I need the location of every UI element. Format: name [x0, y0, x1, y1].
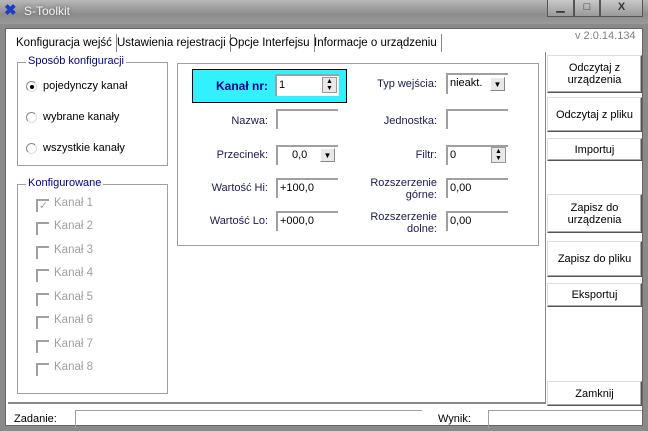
channel-checkbox-label: Kanał 3 — [54, 244, 94, 256]
label-line: Rozszerzenie — [370, 177, 437, 189]
tab-device-info[interactable]: Informacje o urządzeniu — [310, 34, 442, 52]
lo-value-label: Wartość Lo: — [209, 215, 268, 227]
hi-value-input[interactable]: +100,0 — [276, 178, 338, 198]
label-line: dolne: — [407, 223, 437, 235]
spinner-arrows-icon[interactable]: ▲ ▼ — [322, 77, 337, 93]
save-to-file-button[interactable]: Zapisz do pliku — [547, 241, 642, 277]
radio-label: pojedynczy kanał — [43, 80, 128, 92]
task-field — [75, 410, 422, 428]
button-line: urządzenia — [567, 213, 622, 226]
channel-checkbox[interactable] — [36, 316, 49, 329]
read-from-device-button[interactable]: Odczytaj z urządzenia — [547, 55, 642, 93]
maximize-button[interactable]: □ — [574, 0, 600, 17]
name-input[interactable] — [276, 109, 338, 129]
result-field — [488, 410, 642, 428]
close-window-button[interactable]: X — [600, 0, 643, 17]
config-mode-title: Sposób konfiguracji — [26, 55, 127, 67]
save-to-device-button[interactable]: Zapisz do urządzenia — [547, 194, 642, 233]
unit-label: Jednostka: — [383, 115, 437, 127]
radio-all-channels[interactable] — [26, 143, 37, 154]
minimize-button[interactable]: ▁ — [547, 0, 574, 17]
ext-lower-label: Rozszerzenie dolne: — [350, 211, 437, 235]
ext-upper-label: Rozszerzenie górne: — [350, 177, 437, 201]
tab-recording-settings[interactable]: Ustawienia rejestracji — [113, 34, 231, 52]
channel-checkbox-label: Kanał 5 — [54, 291, 94, 303]
button-line: Zapisz do — [570, 201, 619, 214]
input-type-label: Typ wejścia: — [377, 78, 437, 90]
decimal-label: Przecinek: — [216, 149, 268, 161]
chevron-down-icon[interactable]: ▼ — [320, 148, 335, 162]
result-label: Wynik: — [438, 413, 471, 425]
hi-value-label: Wartość Hi: — [211, 182, 268, 194]
app-tools-icon: ✖ — [4, 2, 17, 19]
tab-interface-options[interactable]: Opcje Interfejsu — [225, 34, 315, 52]
chevron-down-icon[interactable]: ▼ — [490, 77, 505, 91]
name-label: Nazwa: — [231, 115, 268, 127]
task-label: Zadanie: — [14, 413, 57, 425]
label-line: Rozszerzenie — [370, 211, 437, 223]
import-button[interactable]: Importuj — [547, 138, 642, 161]
lo-value-input[interactable]: +000,0 — [276, 211, 338, 231]
unit-input[interactable] — [446, 109, 508, 129]
channel-label: Kanał nr: — [215, 79, 268, 93]
channel-checkbox[interactable] — [36, 293, 49, 306]
configured-title: Konfigurowane — [26, 177, 104, 189]
title-bar: ✖ S-Toolkit ▁ □ X — [0, 0, 648, 24]
label-line: górne: — [405, 189, 437, 201]
channel-checkbox[interactable]: ✓ — [36, 199, 49, 212]
channel-checkbox-label: Kanał 6 — [54, 314, 94, 326]
tab-input-config[interactable]: Konfiguracja wejść — [12, 34, 117, 52]
ext-lower-input[interactable]: 0,00 — [446, 211, 508, 231]
version-label: v 2.0.14.134 — [575, 30, 636, 42]
channel-checkbox[interactable] — [36, 222, 49, 235]
export-button[interactable]: Eksportuj — [547, 283, 642, 307]
filter-label: Filtr: — [415, 149, 437, 161]
channel-checkbox[interactable] — [36, 269, 49, 282]
radio-selected-channels[interactable] — [26, 112, 37, 123]
read-from-file-button[interactable]: Odczytaj z pliku — [547, 97, 642, 132]
ext-upper-input[interactable]: 0,00 — [446, 178, 508, 198]
radio-label: wybrane kanały — [43, 111, 120, 123]
radio-single-channel[interactable] — [26, 81, 37, 92]
channel-checkbox[interactable] — [36, 246, 49, 259]
channel-checkbox-label: Kanał 4 — [54, 267, 94, 279]
channel-checkbox-label: Kanał 1 — [54, 197, 94, 209]
close-button[interactable]: Zamknij — [547, 381, 642, 406]
channel-checkbox-label: Kanał 7 — [54, 338, 94, 350]
channel-checkbox-label: Kanał 2 — [54, 220, 94, 232]
button-line: urządzenia — [567, 74, 622, 86]
spinner-arrows-icon[interactable]: ▲ ▼ — [491, 147, 506, 163]
channel-checkbox-label: Kanał 8 — [54, 361, 94, 373]
radio-label: wszystkie kanały — [43, 142, 125, 154]
button-line: Odczytaj z — [568, 62, 621, 74]
channel-checkbox[interactable] — [36, 340, 49, 353]
window-title: S-Toolkit — [24, 4, 71, 18]
channel-checkbox[interactable] — [36, 363, 49, 376]
